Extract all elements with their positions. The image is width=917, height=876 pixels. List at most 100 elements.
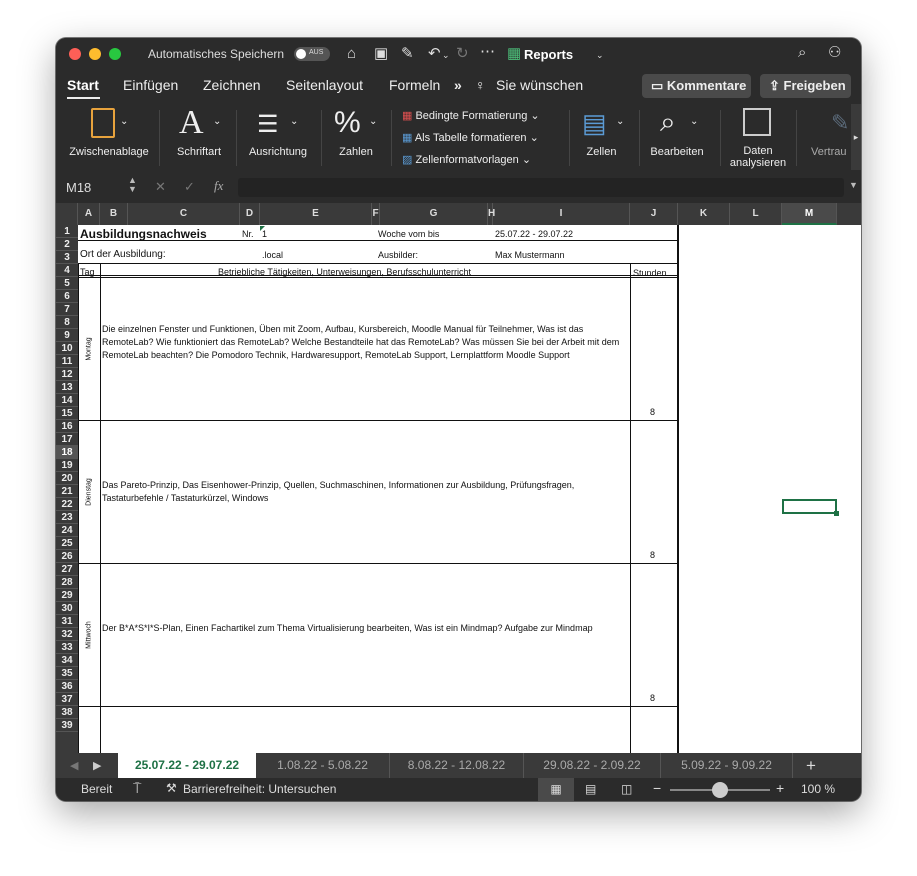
active-tab-underline — [67, 97, 100, 99]
redo-icon[interactable]: ↻ — [456, 46, 469, 62]
day-hours[interactable]: 8 — [650, 693, 655, 703]
share-label: Freigeben — [783, 78, 846, 93]
confirm-icon[interactable]: ✓ — [184, 179, 195, 195]
alignment-group[interactable]: ☰ ⌄ Ausrichtung — [242, 104, 314, 168]
sheet-tab-active[interactable]: 25.07.22 - 29.07.22 — [118, 753, 256, 778]
zoom-slider-knob[interactable] — [712, 782, 728, 798]
place-value: .local — [262, 250, 284, 260]
chevron-down-icon: ⌄ — [369, 116, 378, 127]
ribbon-divider — [236, 110, 237, 166]
alignment-icon: ☰ — [257, 111, 279, 138]
edit-group[interactable]: ⌕ ⌄ Bearbeiten — [644, 104, 710, 168]
close-window-button[interactable] — [69, 48, 81, 60]
function-icon[interactable]: fx — [214, 178, 223, 194]
ribbon-scroll-right[interactable]: ▸ — [851, 104, 861, 170]
page-break-view-icon[interactable]: ◫ — [621, 782, 632, 796]
table-border — [78, 420, 678, 421]
table-border — [630, 264, 631, 790]
table-border — [78, 277, 678, 278]
cell-styles-label: Zellenformatvorlagen — [415, 154, 519, 166]
conditional-format-icon: ▦ — [402, 110, 416, 122]
edit-icon[interactable]: ✎ — [401, 46, 414, 62]
chevron-down-icon[interactable]: ⌄ — [596, 47, 604, 63]
tell-me-field[interactable]: Sie wünschen — [496, 77, 583, 93]
sheet-tab[interactable]: 1.08.22 - 5.08.22 — [256, 753, 390, 778]
prev-sheet-icon[interactable]: ◀ — [70, 759, 78, 772]
day-activities[interactable]: Der B*A*S*I*S-Plan, Einen Fachartikel zu… — [102, 622, 626, 635]
day-activities[interactable]: Das Pareto-Prinzip, Das Eisenhower-Prinz… — [102, 479, 626, 505]
zoom-level[interactable]: 100 % — [801, 782, 835, 796]
form-title: Ausbildungsnachweis — [80, 227, 207, 241]
search-icon[interactable]: ⌕ — [798, 45, 806, 61]
zoom-out-button[interactable]: − — [653, 780, 661, 796]
conditional-formatting-button[interactable]: ▦ Bedingte Formatierung ⌄ — [402, 109, 540, 122]
expand-formula-icon[interactable]: ▼ — [849, 180, 858, 190]
number-group[interactable]: % ⌄ Zahlen — [326, 104, 386, 168]
cell-mode-icon[interactable]: ⍑ — [133, 780, 141, 797]
sheet-tab[interactable]: 29.08.22 - 2.09.22 — [524, 753, 661, 778]
tab-seitenlayout[interactable]: Seitenlayout — [286, 77, 363, 93]
chevron-down-icon: ⌄ — [213, 116, 222, 127]
ribbon-divider — [391, 110, 392, 166]
cells-icon: ▤ — [582, 108, 607, 138]
cancel-icon[interactable]: ✕ — [155, 179, 166, 195]
table-border — [78, 240, 678, 241]
zoom-window-button[interactable] — [109, 48, 121, 60]
nr-label: Nr. — [242, 229, 254, 239]
share-button[interactable]: ⇪ Freigeben — [760, 74, 851, 98]
clipboard-group[interactable]: ⌄ Zwischenablage — [64, 104, 154, 168]
day-activities[interactable]: Die einzelnen Fenster und Funktionen, Üb… — [102, 323, 626, 362]
sensitivity-group[interactable]: ✎ Vertrau — [801, 104, 851, 168]
sensitivity-label: Vertrau — [811, 146, 847, 158]
comments-button[interactable]: ▭ Kommentare — [642, 74, 751, 98]
edit-label: Bearbeiten — [650, 146, 704, 158]
autosave-toggle[interactable]: AUS — [294, 47, 330, 61]
day-name: Montag — [85, 336, 93, 361]
sensitivity-icon: ✎ — [831, 110, 850, 135]
chevron-down-icon[interactable]: ⌄ — [442, 47, 450, 63]
format-as-table-button[interactable]: ▦ Als Tabelle formatieren ⌄ — [402, 131, 539, 144]
tab-formeln[interactable]: Formeln — [389, 77, 440, 93]
tab-start[interactable]: Start — [67, 77, 99, 93]
undo-icon[interactable]: ↶ — [428, 46, 441, 62]
share-people-icon[interactable]: ⚇ — [828, 45, 841, 61]
place-label: Ort der Ausbildung: — [80, 249, 166, 260]
selected-cell[interactable] — [782, 499, 839, 516]
ribbon-divider — [159, 110, 160, 166]
analyze-label-2: analysieren — [729, 157, 787, 169]
sheet-content: Ausbildungsnachweis Nr. 1 Woche vom bis 25.0… — [56, 203, 861, 790]
name-box-stepper[interactable]: ▲ ▼ — [128, 176, 137, 194]
font-label: Schriftart — [176, 146, 221, 158]
tab-einfuegen[interactable]: Einfügen — [123, 77, 178, 93]
name-box[interactable]: M18 — [66, 180, 91, 195]
save-icon[interactable]: ▣ — [374, 46, 388, 62]
next-sheet-icon[interactable]: ▶ — [93, 759, 101, 772]
accessibility-status[interactable]: Barrierefreiheit: Untersuchen — [183, 782, 336, 796]
more-tabs-icon[interactable]: » — [454, 77, 462, 93]
cells-group[interactable]: ▤ ⌄ Zellen — [574, 104, 629, 168]
tab-zeichnen[interactable]: Zeichnen — [203, 77, 261, 93]
day-name: Mittwoch — [85, 620, 93, 649]
clipboard-icon — [91, 108, 115, 138]
accessibility-icon[interactable]: ⚒ — [166, 781, 177, 795]
more-icon[interactable]: ⋯ — [480, 44, 495, 60]
chevron-down-icon: ⌄ — [290, 116, 299, 127]
page-layout-view-icon[interactable]: ▤ — [585, 782, 596, 796]
normal-view-button[interactable]: ▦ — [538, 778, 574, 801]
fill-handle[interactable] — [834, 511, 839, 516]
sheet-tab[interactable]: 5.09.22 - 9.09.22 — [661, 753, 793, 778]
day-hours[interactable]: 8 — [650, 550, 655, 560]
worksheet-grid[interactable]: ABCDEFGHIJKLM 1 2 3 4 5 6 7 8 9 10 11 12 13 14 15 16 17 1… — [56, 203, 861, 790]
document-title[interactable]: Reports — [524, 47, 573, 62]
analyze-data-group[interactable]: Daten analysieren — [726, 104, 790, 169]
minimize-window-button[interactable] — [89, 48, 101, 60]
add-sheet-button[interactable]: + — [793, 753, 829, 778]
day-hours[interactable]: 8 — [650, 407, 655, 417]
search-icon: ⌕ — [660, 106, 676, 137]
home-icon[interactable]: ⌂ — [347, 46, 356, 62]
font-group[interactable]: A ⌄ Schriftart — [164, 104, 234, 168]
cell-styles-button[interactable]: ▨ Zellenformatvorlagen ⌄ — [402, 153, 531, 166]
sheet-tab[interactable]: 8.08.22 - 12.08.22 — [390, 753, 524, 778]
zoom-in-button[interactable]: + — [776, 780, 784, 796]
formula-input[interactable] — [238, 178, 844, 197]
